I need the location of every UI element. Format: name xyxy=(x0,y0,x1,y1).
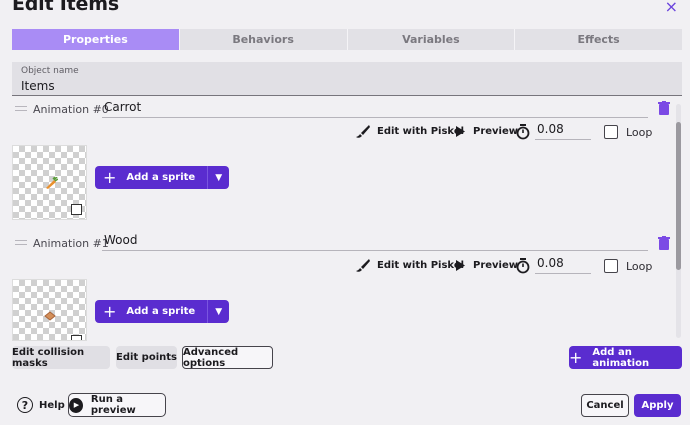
sprite-select-checkbox[interactable] xyxy=(71,335,82,340)
dialog-title: Edit Items xyxy=(12,0,119,15)
tab-variables[interactable]: Variables xyxy=(347,29,516,50)
animation-0-sprite-thumbnail[interactable] xyxy=(12,145,87,220)
play-icon xyxy=(456,260,465,271)
edit-points-button[interactable]: Edit points xyxy=(116,346,177,369)
animation-0-loop-checkbox[interactable] xyxy=(604,125,618,139)
tab-bar: Properties Behaviors Variables Effects xyxy=(12,29,682,50)
help-label: Help xyxy=(39,399,65,411)
help-button[interactable]: ? Help xyxy=(17,397,65,413)
preview-button[interactable]: Preview xyxy=(456,260,518,271)
edit-collision-masks-button[interactable]: Edit collision masks xyxy=(12,346,110,369)
timer-icon xyxy=(516,258,530,274)
add-animation-label: Add an animation xyxy=(592,346,650,369)
add-sprite-main[interactable]: + Add a sprite xyxy=(95,166,207,189)
edit-with-piskel-button[interactable]: Edit with Piskel xyxy=(356,125,464,138)
plus-icon: + xyxy=(569,348,583,367)
run-preview-label: Run a preview xyxy=(90,394,136,416)
edit-with-piskel-button[interactable]: Edit with Piskel xyxy=(356,259,464,272)
animation-1-sprite-thumbnail[interactable] xyxy=(12,279,87,341)
brush-icon xyxy=(356,125,370,138)
cancel-button[interactable]: Cancel xyxy=(581,394,629,417)
object-name-value[interactable]: Items xyxy=(21,79,55,93)
scrollbar-thumb[interactable] xyxy=(676,122,681,270)
help-icon: ? xyxy=(17,397,33,413)
plus-icon: + xyxy=(103,168,117,187)
add-sprite-label: Add a sprite xyxy=(126,306,196,317)
drag-handle-icon[interactable] xyxy=(15,240,27,245)
carrot-sprite xyxy=(46,177,58,189)
brush-icon xyxy=(356,259,370,272)
animation-0-add-sprite-button[interactable]: + Add a sprite ▼ xyxy=(95,166,230,189)
edit-with-piskel-label: Edit with Piskel xyxy=(377,260,465,271)
edit-with-piskel-label: Edit with Piskel xyxy=(377,126,465,137)
animation-1-name-input[interactable]: Wood xyxy=(102,233,648,251)
animation-1-loop-label: Loop xyxy=(626,260,653,273)
add-sprite-main[interactable]: + Add a sprite xyxy=(95,300,207,323)
chevron-down-icon[interactable]: ▼ xyxy=(207,166,229,189)
sprite-select-checkbox[interactable] xyxy=(71,204,82,215)
animation-0-loop-label: Loop xyxy=(626,126,653,139)
tab-behaviors[interactable]: Behaviors xyxy=(179,29,348,50)
run-preview-button[interactable]: ▶ Run a preview xyxy=(68,393,166,417)
play-circle-icon: ▶ xyxy=(69,397,83,413)
preview-label: Preview xyxy=(473,260,519,271)
animation-0-duration-input[interactable]: 0.08 xyxy=(535,122,591,140)
object-name-field[interactable]: Object name Items xyxy=(12,62,682,96)
apply-button[interactable]: Apply xyxy=(634,394,681,417)
animation-1-duration-input[interactable]: 0.08 xyxy=(535,256,591,274)
add-animation-button[interactable]: + Add an animation xyxy=(569,346,682,369)
play-icon xyxy=(456,126,465,137)
trash-icon[interactable] xyxy=(658,101,670,115)
tab-properties[interactable]: Properties xyxy=(12,29,180,50)
timer-icon xyxy=(516,124,530,140)
animation-0-name-input[interactable]: Carrot xyxy=(102,100,648,118)
add-sprite-label: Add a sprite xyxy=(126,172,196,183)
preview-button[interactable]: Preview xyxy=(456,126,518,137)
animation-1-label: Animation #1 xyxy=(33,237,109,250)
drag-handle-icon[interactable] xyxy=(15,106,27,111)
object-name-label: Object name xyxy=(21,66,79,76)
wood-sprite xyxy=(44,311,56,321)
close-icon[interactable]: × xyxy=(665,0,678,16)
chevron-down-icon[interactable]: ▼ xyxy=(207,300,229,323)
advanced-options-button[interactable]: Advanced options xyxy=(182,346,273,369)
animation-1-loop-checkbox[interactable] xyxy=(604,259,618,273)
plus-icon: + xyxy=(103,302,117,321)
preview-label: Preview xyxy=(473,126,519,137)
trash-icon[interactable] xyxy=(658,236,670,250)
animation-0-label: Animation #0 xyxy=(33,103,109,116)
animation-1-add-sprite-button[interactable]: + Add a sprite ▼ xyxy=(95,300,230,323)
tab-effects[interactable]: Effects xyxy=(515,29,682,50)
